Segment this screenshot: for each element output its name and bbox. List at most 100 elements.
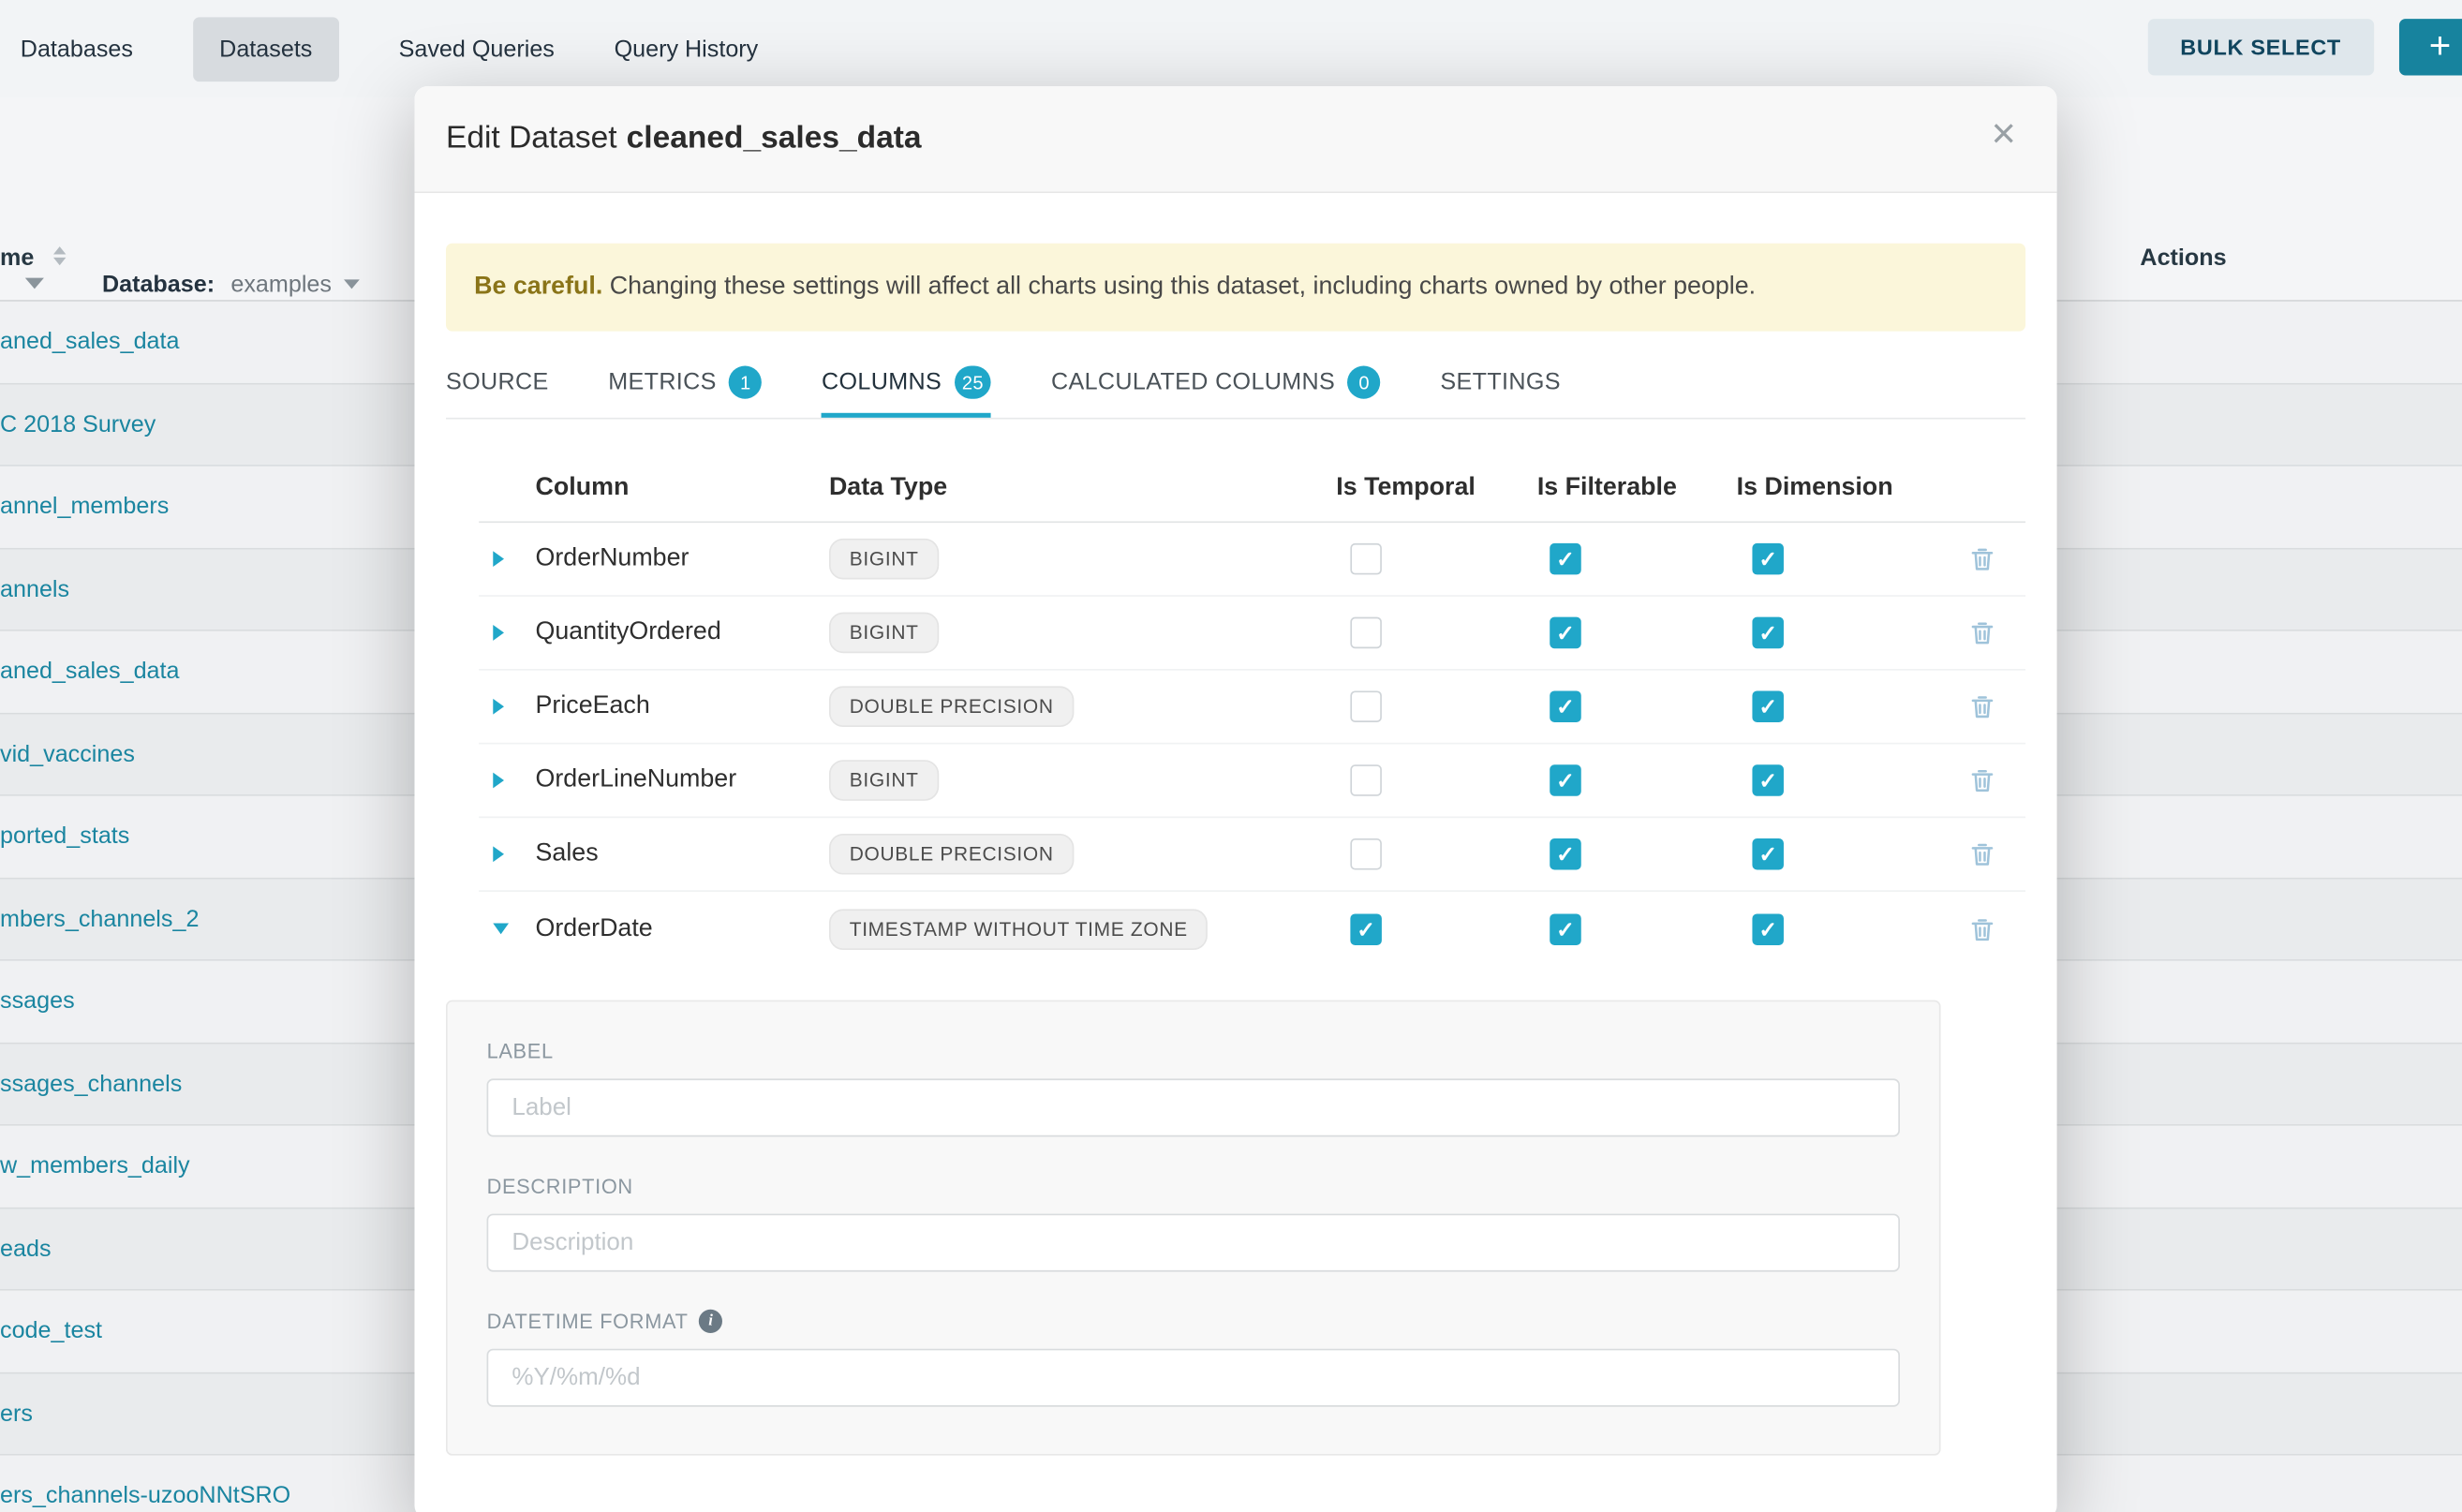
is-dimension-checkbox[interactable] <box>1752 838 1784 870</box>
column-row: OrderLineNumberBIGINT <box>479 744 2025 818</box>
dataset-name-link[interactable]: mbers_channels_2 <box>0 906 199 932</box>
column-row: OrderDateTIMESTAMP WITHOUT TIME ZONE <box>479 892 2025 966</box>
datetime-format-field-label: DATETIME FORMAT i <box>487 1310 1900 1333</box>
expand-row-icon[interactable] <box>493 846 504 862</box>
delete-column-icon[interactable] <box>1970 841 1994 867</box>
column-name: OrderDate <box>536 914 829 942</box>
dataset-name-link[interactable]: ssages_channels <box>0 1071 182 1097</box>
modal-body: Be careful. Changing these settings will… <box>414 244 2056 1456</box>
is-filterable-checkbox[interactable] <box>1550 543 1581 575</box>
is-dimension-checkbox[interactable] <box>1752 913 1784 945</box>
is-dimension-checkbox[interactable] <box>1752 764 1784 796</box>
expand-row-icon[interactable] <box>493 625 504 641</box>
columns-table: Column Data Type Is Temporal Is Filterab… <box>446 453 2025 965</box>
dataset-name-link[interactable]: annels <box>0 576 69 602</box>
dataset-name-link[interactable]: C 2018 Survey <box>0 411 156 437</box>
tab-settings[interactable]: SETTINGS <box>1440 356 1560 417</box>
is-filterable-checkbox[interactable] <box>1550 838 1581 870</box>
is-filterable-checkbox[interactable] <box>1550 764 1581 796</box>
nav-tab-datasets[interactable]: Datasets <box>193 17 339 82</box>
add-dataset-button[interactable]: + <box>2399 19 2462 75</box>
warning-text: Changing these settings will affect all … <box>610 274 1756 300</box>
column-row: SalesDOUBLE PRECISION <box>479 818 2025 892</box>
is-filterable-checkbox[interactable] <box>1550 913 1581 945</box>
modal-title-dataset-name: cleaned_sales_data <box>627 121 922 157</box>
expand-row-icon[interactable] <box>493 551 504 567</box>
columns-table-body: OrderNumberBIGINTQuantityOrderedBIGINTPr… <box>479 523 2025 966</box>
tab-columns[interactable]: COLUMNS25 <box>822 356 991 417</box>
tab-label: SOURCE <box>446 369 549 395</box>
column-header-data-type: Data Type <box>829 473 1336 501</box>
modal-title: Edit Dataset cleaned_sales_data <box>446 121 922 157</box>
is-filterable-checkbox[interactable] <box>1550 690 1581 722</box>
edit-dataset-modal: Edit Dataset cleaned_sales_data × Be car… <box>414 86 2056 1512</box>
tab-source[interactable]: SOURCE <box>446 356 549 417</box>
dataset-name-link[interactable]: w_members_daily <box>0 1153 190 1179</box>
is-temporal-checkbox[interactable] <box>1350 617 1382 649</box>
dataset-name-link[interactable]: ers <box>0 1401 33 1427</box>
is-temporal-checkbox[interactable] <box>1350 913 1382 945</box>
actions-column-header: Actions <box>2140 245 2226 271</box>
column-editor-panel: LABEL DESCRIPTION DATETIME FORMAT i <box>446 1001 1941 1456</box>
dataset-name-link[interactable]: eads <box>0 1236 52 1262</box>
nav-tab-query-history[interactable]: Query History <box>615 36 759 62</box>
column-header-is-temporal: Is Temporal <box>1336 473 1537 501</box>
nav-tab-saved-queries[interactable]: Saved Queries <box>399 36 555 62</box>
delete-column-icon[interactable] <box>1970 620 1994 645</box>
column-header-is-filterable: Is Filterable <box>1537 473 1737 501</box>
data-type-pill: DOUBLE PRECISION <box>829 686 1075 727</box>
column-name: QuantityOrdered <box>536 618 829 646</box>
warning-banner: Be careful. Changing these settings will… <box>446 244 2025 332</box>
nav-tab-databases[interactable]: Databases <box>21 36 133 62</box>
top-nav: Databases Datasets Saved Queries Query Hist… <box>0 0 2462 97</box>
is-temporal-checkbox[interactable] <box>1350 838 1382 870</box>
delete-column-icon[interactable] <box>1970 768 1994 793</box>
dataset-name-link[interactable]: ported_stats <box>0 823 129 850</box>
column-row: QuantityOrderedBIGINT <box>479 597 2025 671</box>
tab-count-badge: 0 <box>1348 366 1381 399</box>
tab-calculated-columns[interactable]: CALCULATED COLUMNS 0 <box>1051 356 1381 417</box>
tab-label: CALCULATED COLUMNS <box>1051 369 1335 395</box>
description-input[interactable] <box>487 1214 1900 1272</box>
is-temporal-checkbox[interactable] <box>1350 543 1382 575</box>
bulk-select-button[interactable]: BULK SELECT <box>2147 19 2374 75</box>
datetime-format-input[interactable] <box>487 1349 1900 1407</box>
warning-bold-text: Be careful. <box>474 274 602 300</box>
nav-right-controls: BULK SELECT + <box>2147 19 2462 75</box>
dataset-name-link[interactable]: aned_sales_data <box>0 329 180 355</box>
is-dimension-checkbox[interactable] <box>1752 690 1784 722</box>
is-filterable-checkbox[interactable] <box>1550 617 1581 649</box>
description-field: DESCRIPTION <box>487 1175 1900 1272</box>
dataset-name-link[interactable]: aned_sales_data <box>0 659 180 685</box>
label-input[interactable] <box>487 1078 1900 1136</box>
expand-row-icon[interactable] <box>493 773 504 789</box>
collapse-row-icon[interactable] <box>493 923 509 934</box>
tab-metrics[interactable]: METRICS1 <box>608 356 762 417</box>
dataset-name-link[interactable]: vid_vaccines <box>0 741 135 767</box>
column-header-is-dimension: Is Dimension <box>1737 473 1941 501</box>
dataset-name-link[interactable]: annel_members <box>0 494 169 520</box>
is-dimension-checkbox[interactable] <box>1752 617 1784 649</box>
modal-title-prefix: Edit Dataset <box>446 121 617 157</box>
screen: Databases Datasets Saved Queries Query Hist… <box>0 0 2462 1512</box>
column-row: OrderNumberBIGINT <box>479 523 2025 597</box>
dataset-name-link[interactable]: code_test <box>0 1318 102 1344</box>
dataset-name-link[interactable]: ssages <box>0 988 75 1015</box>
is-dimension-checkbox[interactable] <box>1752 543 1784 575</box>
delete-column-icon[interactable] <box>1970 694 1994 719</box>
name-column-header[interactable]: me <box>0 245 34 271</box>
label-field: LABEL <box>487 1040 1900 1137</box>
column-name: OrderLineNumber <box>536 766 829 794</box>
sort-icon[interactable] <box>53 246 66 265</box>
expand-row-icon[interactable] <box>493 699 504 715</box>
info-icon[interactable]: i <box>699 1310 722 1333</box>
is-temporal-checkbox[interactable] <box>1350 764 1382 796</box>
tab-label: METRICS <box>608 369 716 395</box>
close-icon[interactable]: × <box>1992 113 2016 156</box>
delete-column-icon[interactable] <box>1970 546 1994 571</box>
column-name: Sales <box>536 840 829 868</box>
tab-count-badge: 25 <box>955 366 992 399</box>
delete-column-icon[interactable] <box>1970 916 1994 941</box>
is-temporal-checkbox[interactable] <box>1350 690 1382 722</box>
dataset-name-link[interactable]: ers_channels-uzooNNtSRO <box>0 1483 290 1509</box>
